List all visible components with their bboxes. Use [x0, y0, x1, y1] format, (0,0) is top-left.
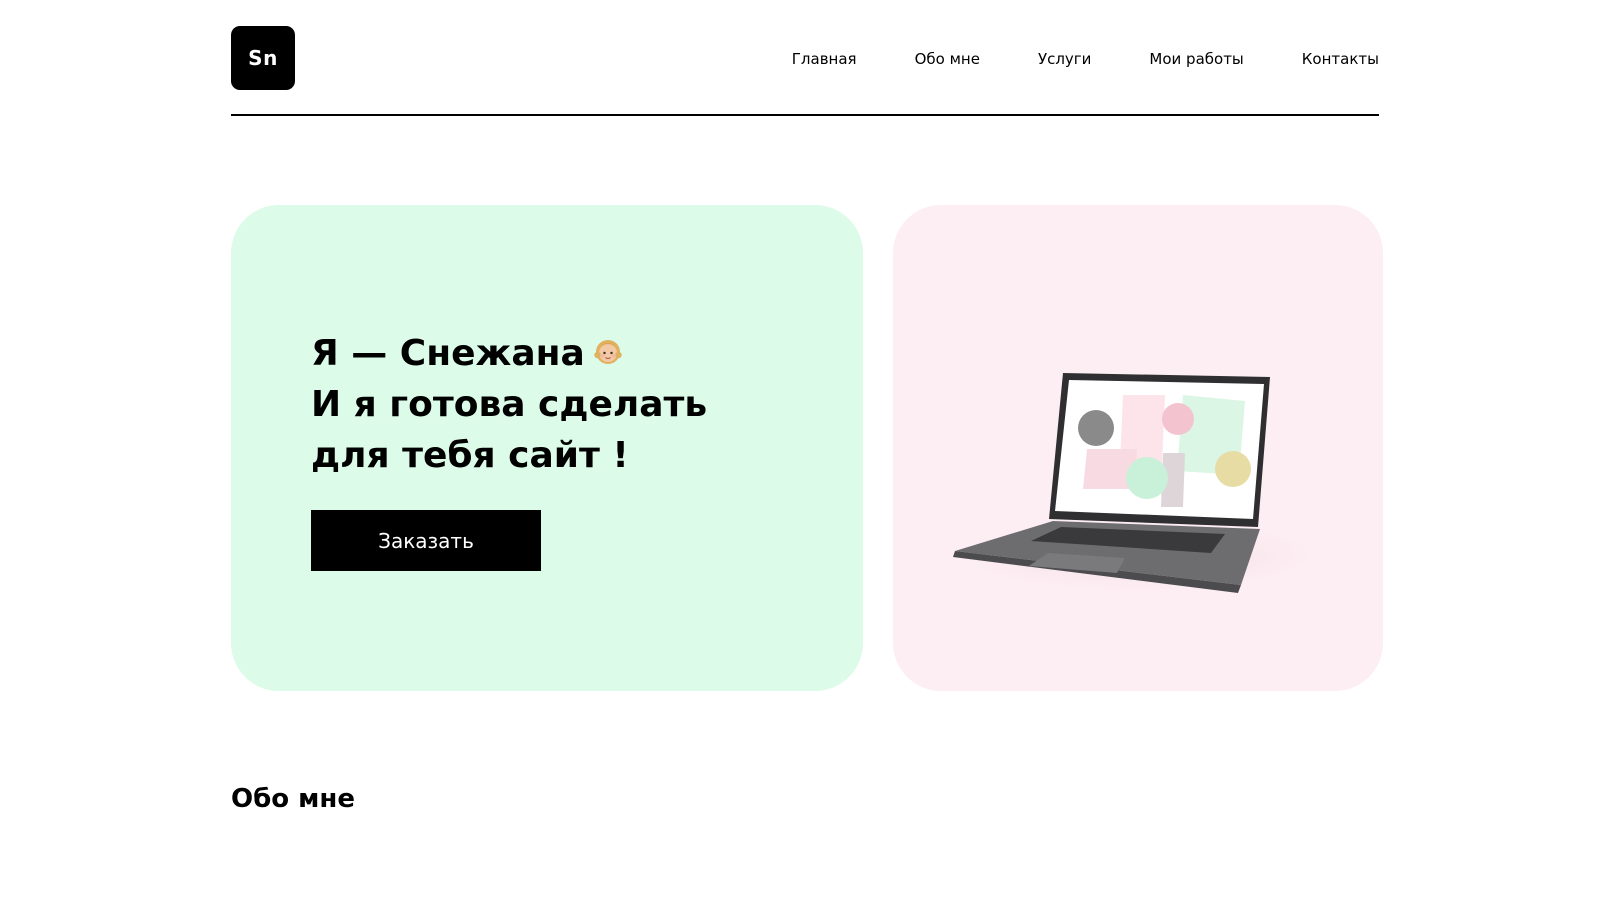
hero-title-line-1-text: Я — Снежана	[311, 333, 585, 374]
hero-card: Я — Снежана И я готова сделать для тебя …	[231, 205, 863, 691]
hero-title-line-2: И я готова сделать	[311, 384, 708, 425]
header-divider	[231, 114, 1379, 116]
logo[interactable]: Sn	[231, 26, 295, 90]
nav-item-services[interactable]: Услуги	[1038, 49, 1091, 69]
girl-emoji-icon	[591, 330, 625, 364]
about-section-title: Обо мне	[231, 784, 356, 814]
nav-item-works[interactable]: Мои работы	[1149, 49, 1243, 69]
order-button[interactable]: Заказать	[311, 510, 541, 571]
page: Sn Главная Обо мне Услуги Мои работы Кон…	[0, 0, 1600, 900]
nav-item-contacts[interactable]: Контакты	[1302, 49, 1379, 69]
hero-image-card	[893, 205, 1383, 691]
hero-title: Я — Снежана И я готова сделать для тебя …	[311, 328, 707, 481]
logo-text: Sn	[248, 46, 278, 70]
hero-title-line-1: Я — Снежана	[311, 328, 707, 379]
nav-item-about[interactable]: Обо мне	[915, 49, 980, 69]
main-nav: Главная Обо мне Услуги Мои работы Контак…	[792, 49, 1379, 69]
nav-item-home[interactable]: Главная	[792, 49, 857, 69]
hero-title-line-3: для тебя сайт !	[311, 435, 629, 476]
laptop-illustration	[938, 373, 1338, 595]
